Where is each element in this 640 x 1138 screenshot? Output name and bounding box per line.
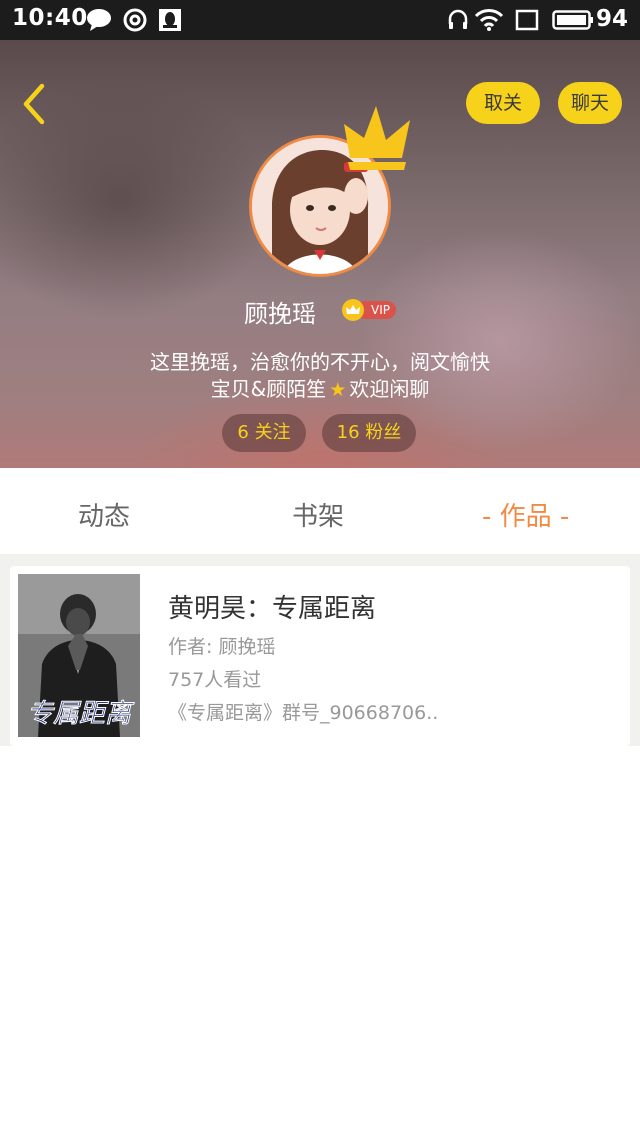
fans-count-button[interactable]: 16 粉丝 xyxy=(322,414,416,452)
battery-icon xyxy=(552,8,594,36)
book-description: 《专属距离》群号_90668706.. xyxy=(168,702,439,724)
username: 顾挽瑶 xyxy=(244,300,316,328)
book-cover-image: 专属距离 xyxy=(18,574,140,737)
tab-activity[interactable]: 动态 xyxy=(78,496,130,533)
crown-icon xyxy=(344,106,410,170)
chat-button[interactable]: 聊天 xyxy=(558,82,622,124)
star-icon: ★ xyxy=(329,379,347,401)
screen-icon xyxy=(514,8,540,36)
bio-line-2-before: 宝贝&顾陌笙 xyxy=(210,377,327,401)
tab-bookshelf[interactable]: 书架 xyxy=(292,496,344,533)
chat-bubble-icon xyxy=(86,8,112,36)
qq-icon xyxy=(158,8,182,36)
book-title: 黄明昊：专属距离 xyxy=(168,594,377,624)
following-count-button[interactable]: 6 关注 xyxy=(222,414,306,452)
bio-line-2: 宝贝&顾陌笙 ★ 欢迎闲聊 xyxy=(0,373,640,402)
headset-icon xyxy=(446,8,470,36)
vip-crown-icon xyxy=(342,299,364,321)
book-cover-title: 专属距离 xyxy=(27,699,135,729)
book-cover[interactable]: 专属距离 xyxy=(18,574,140,737)
status-time: 10:40 xyxy=(12,5,88,31)
unfollow-button[interactable]: 取关 xyxy=(466,82,540,124)
netease-music-icon xyxy=(122,8,148,36)
bio-line-1: 这里挽瑶，治愈你的不开心，阅文愉快 xyxy=(150,350,490,374)
chevron-left-icon xyxy=(23,83,45,125)
book-author: 作者: 顾挽瑶 xyxy=(168,636,276,658)
status-bar: 10:40 94 xyxy=(0,0,640,40)
bio-line-2-after: 欢迎闲聊 xyxy=(349,377,430,401)
back-button[interactable] xyxy=(14,80,54,128)
tab-bar: 动态 书架 - 作品 - xyxy=(0,468,640,554)
tab-works[interactable]: - 作品 - xyxy=(482,496,569,533)
battery-level: 94 xyxy=(595,6,628,32)
vip-badge: VIP xyxy=(342,299,396,321)
book-card[interactable]: 专属距离 黄明昊：专属距离 作者: 顾挽瑶 757人看过 《专属距离》群号_90… xyxy=(10,566,630,746)
profile-header: 取关 聊天 顾挽瑶 VIP 这里挽瑶，治愈你的不开心，阅文愉快 宝贝&顾陌笙 ★ 欢… xyxy=(0,40,640,468)
wifi-icon xyxy=(474,8,504,36)
book-views: 757人看过 xyxy=(168,669,262,691)
